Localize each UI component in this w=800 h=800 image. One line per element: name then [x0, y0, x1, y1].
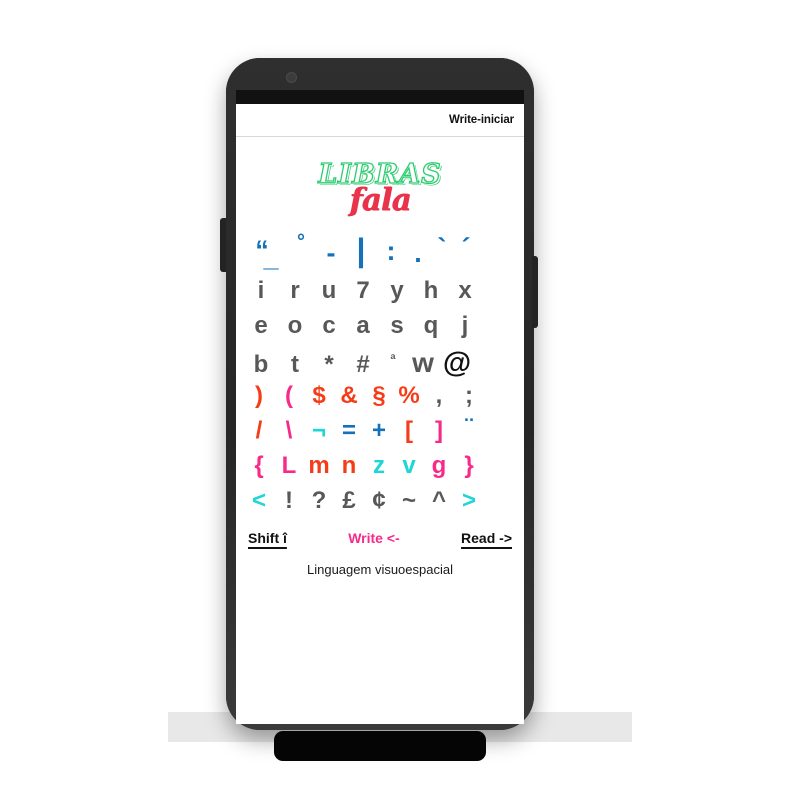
key-backslash[interactable]: \: [274, 417, 304, 445]
key-y[interactable]: y: [380, 277, 414, 305]
key-r[interactable]: r: [278, 277, 312, 305]
key-colon[interactable]: :: [376, 236, 406, 267]
key-right-brace[interactable]: }: [454, 452, 484, 480]
key-g[interactable]: g: [424, 452, 454, 480]
key-w[interactable]: w: [406, 347, 440, 379]
key-less-than[interactable]: <: [244, 487, 274, 515]
power-button[interactable]: [532, 256, 538, 328]
tagline-text: Linguagem visuoespacial: [307, 562, 453, 577]
key-number-sign[interactable]: #: [346, 351, 380, 379]
key-m[interactable]: m: [304, 452, 334, 480]
key-percent-sign[interactable]: %: [394, 382, 424, 410]
key-comma[interactable]: ,: [424, 382, 454, 410]
key-pound-sign[interactable]: £: [334, 487, 364, 515]
key-grave-accent[interactable]: `: [430, 233, 454, 264]
key-at-sign[interactable]: @: [440, 347, 474, 380]
key-q[interactable]: q: [414, 312, 448, 340]
key-hyphen[interactable]: -: [316, 238, 346, 269]
keyboard-row-angle: < ! ? £ ¢ ~ ^ >: [244, 487, 516, 522]
key-tilde[interactable]: ~: [394, 487, 424, 515]
key-plus[interactable]: +: [364, 417, 394, 445]
key-not-sign[interactable]: ¬: [304, 417, 334, 445]
key-acute-accent[interactable]: ´: [454, 233, 478, 264]
key-a[interactable]: a: [346, 312, 380, 340]
keyboard-row-slash: / \ ¬ = + [ ] ¨: [244, 414, 516, 452]
key-i[interactable]: i: [244, 277, 278, 305]
character-keyboard: “ _ ° - | : . ` ´ i r u 7 y h x e o c a …: [236, 231, 524, 522]
key-question-mark[interactable]: ?: [304, 487, 334, 515]
app-header-title[interactable]: Write-iniciar: [449, 114, 514, 126]
key-j[interactable]: j: [448, 312, 482, 340]
key-left-bracket[interactable]: [: [394, 417, 424, 445]
keyboard-row-letters-2: e o c a s q j: [244, 312, 516, 347]
app-header: Write-iniciar: [236, 104, 524, 137]
key-vertical-bar[interactable]: |: [346, 232, 376, 269]
key-t[interactable]: t: [278, 351, 312, 379]
logo-fala-text: fala: [349, 182, 411, 218]
key-e[interactable]: e: [244, 312, 278, 340]
key-o[interactable]: o: [278, 312, 312, 340]
key-cent-sign[interactable]: ¢: [364, 487, 394, 515]
key-feminine-ordinal[interactable]: ª: [380, 351, 406, 367]
key-asterisk[interactable]: *: [312, 351, 346, 379]
phone-device-frame: Write-iniciar LIBRAS fala “ _ ° - | : . …: [220, 58, 538, 761]
phone-screen: Write-iniciar LIBRAS fala “ _ ° - | : . …: [236, 104, 524, 724]
shift-button[interactable]: Shift î: [248, 530, 287, 546]
key-7[interactable]: 7: [346, 277, 380, 305]
key-x[interactable]: x: [448, 277, 482, 305]
key-dollar-sign[interactable]: $: [304, 382, 334, 410]
key-c[interactable]: c: [312, 312, 346, 340]
key-section-sign[interactable]: §: [364, 382, 394, 410]
key-left-paren[interactable]: (: [274, 382, 304, 410]
key-L[interactable]: L: [274, 452, 304, 480]
key-greater-than[interactable]: >: [454, 487, 484, 515]
key-ampersand[interactable]: &: [334, 382, 364, 410]
key-u[interactable]: u: [312, 277, 346, 305]
write-button[interactable]: Write <-: [348, 530, 399, 546]
app-logo: LIBRAS fala: [236, 158, 524, 221]
key-h[interactable]: h: [414, 277, 448, 305]
key-z[interactable]: z: [364, 452, 394, 480]
key-v[interactable]: v: [394, 452, 424, 480]
key-n[interactable]: n: [334, 452, 364, 480]
key-period[interactable]: .: [406, 238, 430, 269]
key-semicolon[interactable]: ;: [454, 382, 484, 410]
keyboard-row-letters-1: i r u 7 y h x: [244, 277, 516, 312]
volume-button[interactable]: [220, 218, 226, 272]
key-exclamation[interactable]: !: [274, 487, 304, 515]
keyboard-row-paren: ) ( $ & § % , ;: [244, 382, 516, 417]
key-caret[interactable]: ^: [424, 487, 454, 515]
key-degree-sign[interactable]: °: [286, 231, 316, 254]
speaker-grille: [274, 731, 486, 761]
read-button[interactable]: Read ->: [461, 530, 512, 546]
key-right-bracket[interactable]: ]: [424, 417, 454, 445]
keyboard-row-letters-3: b t * # ª w @: [244, 347, 516, 382]
keyboard-row-brace: { L m n z v g }: [244, 452, 516, 487]
key-b[interactable]: b: [244, 351, 278, 379]
key-underscore[interactable]: _: [256, 242, 286, 273]
phone-earpiece-strip: [236, 90, 524, 104]
key-right-paren[interactable]: ): [244, 382, 274, 410]
key-diaeresis[interactable]: ¨: [454, 414, 484, 442]
key-s[interactable]: s: [380, 312, 414, 340]
key-left-brace[interactable]: {: [244, 452, 274, 480]
front-camera-icon: [286, 72, 297, 83]
action-bar: Shift î Write <- Read ->: [236, 530, 524, 546]
key-equals[interactable]: =: [334, 417, 364, 445]
key-slash[interactable]: /: [244, 417, 274, 445]
keyboard-row-symbols: “ _ ° - | : . ` ´: [244, 231, 516, 277]
